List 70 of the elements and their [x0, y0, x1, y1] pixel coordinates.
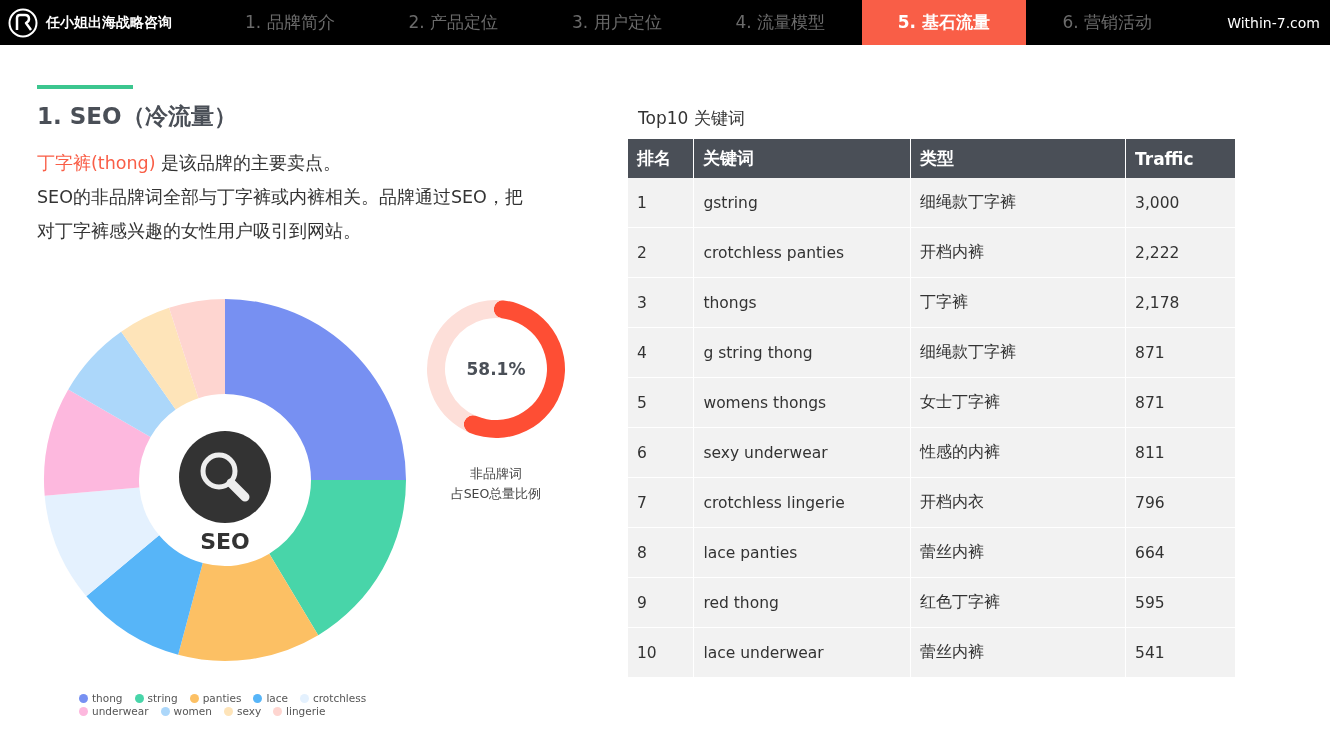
intro-text: 丁字裤(thong) 是该品牌的主要卖点。 SEO的非品牌词全部与丁字裤或内裤相关。品牌通过SEO，把对丁字裤感兴趣的女性用户吸引到网站。	[37, 152, 524, 243]
table-cell: 10	[628, 627, 694, 678]
column-header: Traffic	[1125, 139, 1236, 178]
table-cell: 3,000	[1125, 178, 1236, 228]
table-cell: 664	[1125, 527, 1236, 578]
column-header: 排名	[628, 139, 694, 178]
table-cell: 9	[628, 577, 694, 628]
legend-label: underwear	[92, 705, 149, 717]
table-cell: 性感的内裤	[910, 427, 1126, 478]
table-cell: 蕾丝内裤	[910, 627, 1126, 678]
legend-label: panties	[202, 692, 242, 704]
table-cell: womens thongs	[693, 377, 911, 428]
gauge-caption: 占SEO总量比例	[450, 485, 542, 503]
table-cell: crotchless lingerie	[693, 477, 911, 528]
legend-label: thong	[92, 692, 123, 704]
nav-tab[interactable]: 1. 品牌简介	[208, 0, 372, 45]
column-header: 关键词	[693, 139, 911, 178]
table-cell: 871	[1125, 377, 1236, 428]
nav-tab[interactable]: 5. 基石流量	[862, 0, 1026, 45]
table-cell: sexy underwear	[693, 427, 911, 478]
table-cell: 细绳款丁字裤	[910, 327, 1126, 378]
logo-icon	[8, 7, 38, 38]
table-cell: 796	[1125, 477, 1236, 528]
table-cell: 6	[628, 427, 694, 478]
gauge-reading: 58.1%	[466, 359, 526, 379]
legend-label: sexy	[236, 705, 262, 717]
table-cell: lace underwear	[693, 627, 911, 678]
nav-tab[interactable]: 2. 产品定位	[371, 0, 535, 45]
brand-name: 任小姐出海战略咨询	[46, 13, 172, 32]
gauge-caption: 非品牌词	[470, 465, 522, 483]
table-cell: 开档内衣	[910, 477, 1126, 528]
table-cell: 541	[1125, 627, 1236, 678]
table-title: Top10 关键词	[638, 107, 746, 130]
table-cell: 811	[1125, 427, 1236, 478]
table-cell: red thong	[693, 577, 911, 628]
section-title: 1. SEO（冷流量）	[37, 102, 238, 131]
table-cell: crotchless panties	[693, 227, 911, 278]
table-cell: 595	[1125, 577, 1236, 628]
table-cell: 开档内裤	[910, 227, 1126, 278]
nav-tab[interactable]: 6. 营销活动	[1025, 0, 1189, 45]
table-cell: 871	[1125, 327, 1236, 378]
column-header: 类型	[910, 139, 1126, 178]
table-cell: thongs	[693, 277, 911, 328]
site-name: Within-7.com	[1227, 14, 1320, 31]
table-cell: 3	[628, 277, 694, 328]
table-cell: 丁字裤	[910, 277, 1126, 328]
table-cell: 4	[628, 327, 694, 378]
legend-label: string	[147, 692, 178, 704]
table-cell: 蕾丝内裤	[910, 527, 1126, 578]
table-cell: 2,222	[1125, 227, 1236, 278]
table-cell: 细绳款丁字裤	[910, 178, 1126, 228]
table-cell: 5	[628, 377, 694, 428]
legend-label: lace	[266, 692, 288, 704]
nav-tab[interactable]: 4. 流量模型	[698, 0, 862, 45]
table-cell: 女士丁字裤	[910, 377, 1126, 428]
table-cell: g string thong	[693, 327, 911, 378]
table-cell: lace panties	[693, 527, 911, 578]
table-cell: 2	[628, 227, 694, 278]
table-cell: 8	[628, 527, 694, 578]
table-cell: 红色丁字裤	[910, 577, 1126, 628]
legend-label: crotchless	[313, 692, 367, 704]
table-cell: 2,178	[1125, 277, 1236, 328]
table-cell: 1	[628, 178, 694, 228]
search-icon	[179, 430, 271, 523]
legend-label: women	[173, 705, 212, 717]
table-cell: gstring	[693, 178, 911, 228]
nav-tab[interactable]: 3. 用户定位	[535, 0, 699, 45]
legend-label: lingerie	[286, 705, 326, 717]
table-cell: 7	[628, 477, 694, 528]
donut-center-label: SEO	[200, 528, 250, 554]
